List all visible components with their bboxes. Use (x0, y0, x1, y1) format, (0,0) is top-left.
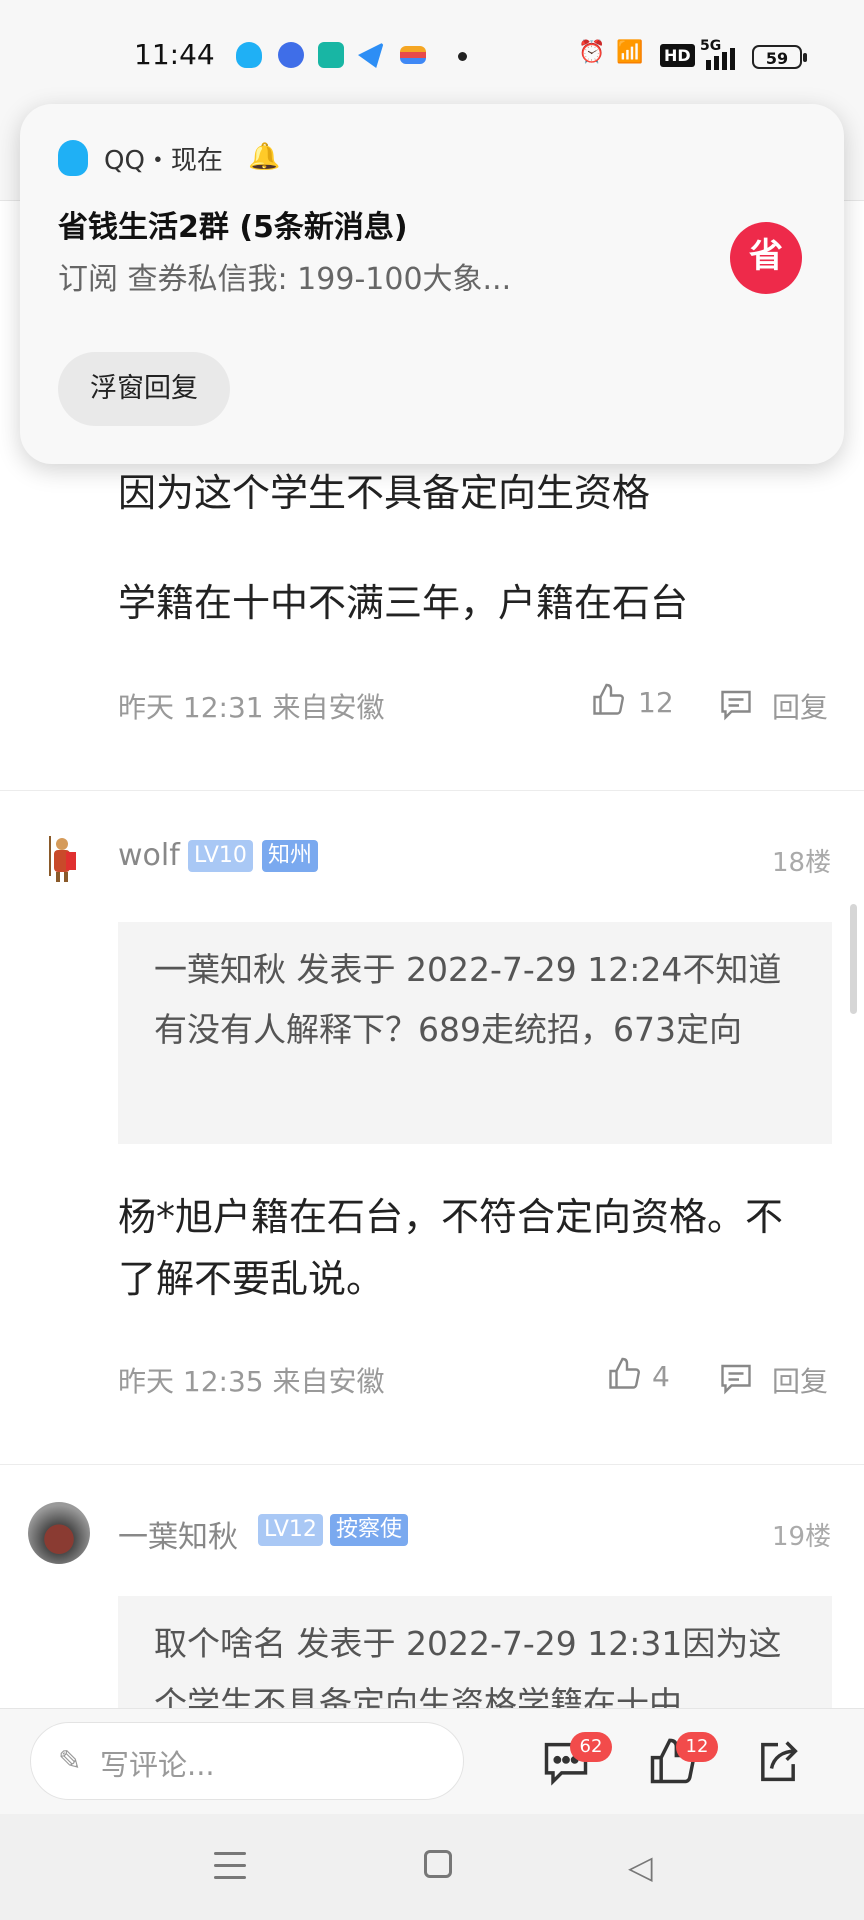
post-19-floor: 19楼 (772, 1522, 832, 1552)
wallet-status-icon (400, 46, 426, 64)
back-button[interactable]: ◁ (628, 1848, 653, 1886)
post-19-level-badge: LV12 (258, 1514, 323, 1546)
qq-status-icon (236, 42, 262, 68)
post-18-title-badge: 知州 (262, 840, 319, 872)
post-17-like-icon[interactable] (590, 682, 626, 726)
post-19-username[interactable]: 一葉知秋 (118, 1512, 238, 1556)
alarm-icon: ⏰ (578, 40, 606, 65)
like-count-badge: 12 (676, 1732, 718, 1762)
post-18-username[interactable]: wolf (118, 838, 180, 873)
baidu-status-icon (278, 42, 304, 68)
post-18-reply-icon[interactable] (718, 1360, 754, 1404)
battery-indicator: 59 (752, 45, 807, 69)
comment-count-badge: 62 (570, 1732, 612, 1762)
signal-icon (704, 48, 738, 70)
home-button[interactable] (424, 1850, 452, 1878)
divider (0, 790, 864, 791)
post-19-title-badge: 按察使 (330, 1514, 409, 1546)
post-17-reply-button[interactable]: 回复 (772, 686, 828, 726)
notification-avatar: 省 (730, 222, 802, 294)
post-18-like-count[interactable]: 4 (652, 1360, 670, 1393)
post-18-quote[interactable]: 一葉知秋 发表于 2022-7-29 12:24不知道有没有人解释下？689走统… (118, 922, 832, 1144)
notification-text: 订阅 查券私信我: 199-100大象... (58, 262, 512, 297)
post-17-line-1: 因为这个学生不具备定向生资格 (118, 471, 651, 515)
comment-input[interactable] (30, 1722, 464, 1800)
home-app-status-icon (318, 42, 344, 68)
bell-icon: 🔔 (248, 142, 281, 172)
post-18-meta: 昨天 12:35 来自安徽 (118, 1365, 385, 1398)
share-icon[interactable] (752, 1736, 804, 1792)
pencil-icon: ✎ (58, 1744, 82, 1777)
post-18-level-badge: LV10 (188, 840, 253, 872)
post-17-like-count[interactable]: 12 (638, 686, 674, 719)
post-18-content: 杨*旭户籍在石台，不符合定向资格。不了解不要乱说。 (118, 1195, 784, 1301)
post-17-line-2: 学籍在十中不满三年，户籍在石台 (118, 581, 689, 625)
hd-icon: HD (660, 44, 695, 67)
wolf-avatar[interactable] (32, 830, 88, 886)
post-17-reply-icon[interactable] (718, 686, 754, 730)
scrollbar[interactable] (850, 904, 857, 1014)
post-18-like-icon[interactable] (606, 1356, 642, 1400)
post-17-meta: 昨天 12:31 来自安徽 (118, 691, 385, 724)
divider (0, 1464, 864, 1465)
post-18-floor: 18楼 (772, 848, 832, 878)
notification-title: 省钱生活2群 (5条新消息) (58, 210, 408, 245)
wifi-icon: 📶 (616, 40, 644, 65)
more-notifications-dot (458, 52, 467, 61)
float-reply-button[interactable]: 浮窗回复 (58, 352, 230, 426)
status-time: 11:44 (134, 38, 215, 71)
notification-app-label: QQ・现在 (104, 146, 223, 176)
comment-placeholder[interactable]: 写评论... (100, 1742, 215, 1784)
qq-icon (58, 140, 88, 176)
post-19-quote[interactable]: 取个啥名 发表于 2022-7-29 12:31因为这个学生不具备定向生资格学籍… (118, 1596, 832, 1708)
post-19-avatar[interactable] (28, 1502, 90, 1564)
post-18-reply-button[interactable]: 回复 (772, 1360, 828, 1400)
recent-apps-button[interactable] (214, 1852, 246, 1880)
